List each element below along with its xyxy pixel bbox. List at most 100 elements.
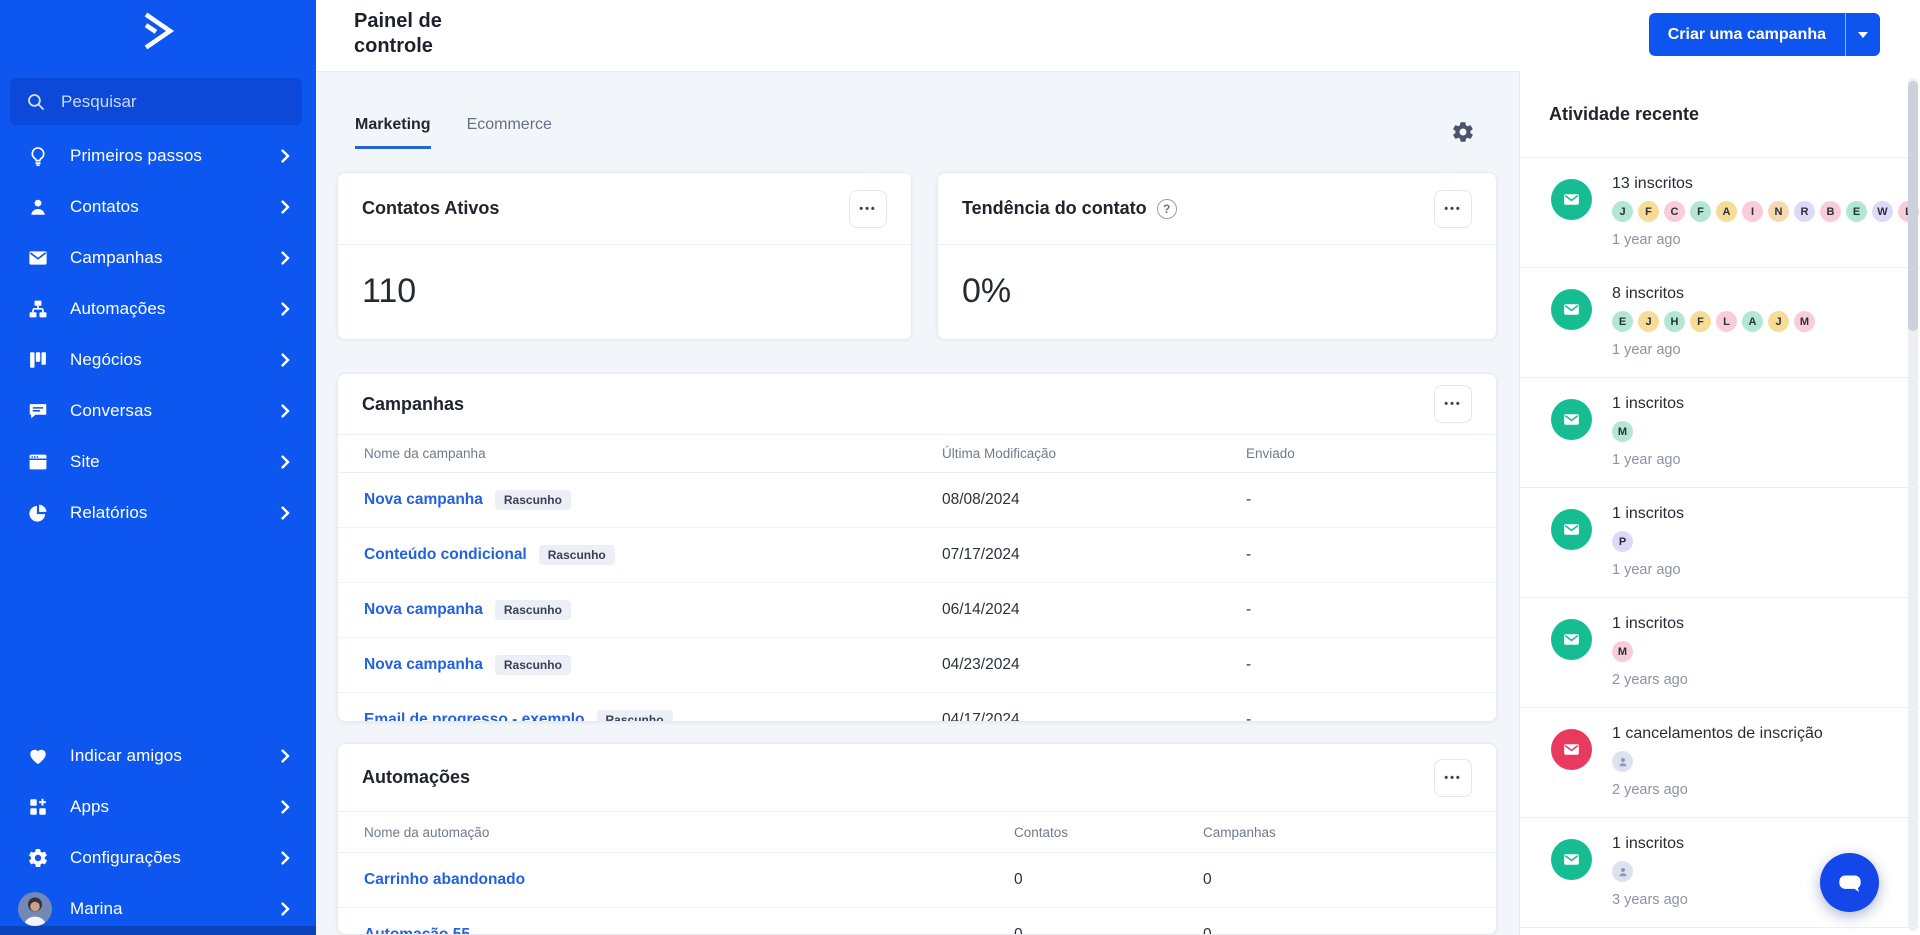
top-bar: Painel de controle [316, 0, 1519, 72]
search-input[interactable] [59, 91, 287, 113]
activity-avatars [1612, 751, 1910, 772]
sidebar-item[interactable]: Site [0, 436, 316, 487]
table-row: Carrinho abandonado 0 0 [338, 853, 1496, 908]
active-contacts-card: Contatos Ativos 110 [337, 172, 912, 340]
contact-avatar: E [1846, 201, 1867, 222]
person-avatar-icon [1612, 751, 1633, 772]
activity-avatars: M [1612, 421, 1910, 442]
campaign-link[interactable]: Nova campanha [364, 491, 483, 509]
sidebar-item[interactable]: Relatórios [0, 487, 316, 538]
chevron-right-icon [281, 302, 290, 316]
create-campaign-button[interactable]: Criar uma campanha [1649, 13, 1845, 56]
modified-date: 07/17/2024 [942, 546, 1246, 564]
activity-text: 1 inscritos [1612, 395, 1910, 413]
help-icon[interactable] [1157, 199, 1177, 219]
sidebar-item-label: Automações [70, 299, 166, 319]
sidebar-item-label: Conversas [70, 401, 152, 421]
envelope-icon [1551, 729, 1592, 770]
chat-widget-button[interactable] [1820, 853, 1879, 912]
more-options-button[interactable] [1434, 759, 1472, 797]
envelope-icon [1551, 619, 1592, 660]
chevron-right-icon [281, 749, 290, 763]
kanban-icon [26, 348, 50, 372]
automations-table-header: Nome da automação Contatos Campanhas [338, 812, 1496, 853]
sidebar-item[interactable]: Conversas [0, 385, 316, 436]
contact-avatar: I [1742, 201, 1763, 222]
more-options-button[interactable] [1434, 385, 1472, 423]
chevron-right-icon [281, 353, 290, 367]
sent-value: - [1246, 656, 1496, 674]
sidebar-item-label: Relatórios [70, 503, 148, 523]
card-title: Automações [362, 767, 470, 788]
chat-bubble-icon [1834, 867, 1866, 899]
contact-avatar: P [1612, 531, 1633, 552]
card-title: Contatos Ativos [362, 198, 499, 219]
column-header: Campanhas [1203, 825, 1496, 840]
activity-text: 1 inscritos [1612, 615, 1910, 633]
activity-text: 1 inscritos [1612, 505, 1910, 523]
card-title: Campanhas [362, 394, 464, 415]
scrollbar-track[interactable] [1908, 78, 1918, 931]
automation-link[interactable]: Carrinho abandonado [364, 871, 525, 889]
active-contacts-value: 110 [338, 245, 911, 311]
contact-avatar: M [1794, 311, 1815, 332]
tab[interactable]: Ecommerce [467, 116, 552, 149]
sidebar-search[interactable] [10, 78, 302, 125]
campaign-link[interactable]: Conteúdo condicional [364, 546, 527, 564]
sidebar-item[interactable]: Automações [0, 283, 316, 334]
chevron-right-icon [281, 506, 290, 520]
sent-value: - [1246, 546, 1496, 564]
scrollbar-thumb[interactable] [1908, 81, 1918, 331]
create-campaign-dropdown-button[interactable] [1845, 13, 1880, 56]
modified-date: 04/23/2024 [942, 656, 1246, 674]
table-row: Conteúdo condicional Rascunho 07/17/2024… [338, 528, 1496, 583]
table-row: Nova campanha Rascunho 06/14/2024 - [338, 583, 1496, 638]
activecampaign-logo[interactable] [0, 10, 316, 52]
campaign-link[interactable]: Email de progresso - exemplo [364, 711, 585, 722]
sidebar-item[interactable]: Primeiros passos [0, 130, 316, 181]
sidebar-item-label: Indicar amigos [70, 746, 182, 766]
contact-avatar: L [1716, 311, 1737, 332]
dashboard-tabs: Marketing Ecommerce [355, 116, 552, 149]
automation-link[interactable]: Automação 55 [364, 926, 470, 935]
activity-text: 13 inscritos [1612, 175, 1910, 193]
contacts-count: 0 [1014, 926, 1203, 935]
automations-card: Automações Nome da automação Contatos Ca… [337, 743, 1497, 935]
sidebar-item[interactable]: Indicar amigos [0, 730, 316, 781]
sidebar-item[interactable]: Campanhas [0, 232, 316, 283]
sidebar-item[interactable]: Configurações [0, 832, 316, 883]
contact-avatar: R [1794, 201, 1815, 222]
tab[interactable]: Marketing [355, 116, 431, 149]
activity-item: 1 inscritos M 2 years ago [1520, 598, 1920, 708]
more-options-button[interactable] [1434, 190, 1472, 228]
more-options-button[interactable] [849, 190, 887, 228]
table-row: Nova campanha Rascunho 08/08/2024 - [338, 473, 1496, 528]
lightbulb-icon [26, 144, 50, 168]
person-avatar-icon [1612, 861, 1633, 882]
campaign-link[interactable]: Nova campanha [364, 601, 483, 619]
activity-timestamp: 2 years ago [1612, 672, 1910, 688]
dashboard-settings-gear-icon[interactable] [1451, 120, 1475, 144]
sidebar-item-label: Campanhas [70, 248, 163, 268]
recent-activity-panel: Atividade recente 13 inscritos JFCFAINRB… [1519, 72, 1920, 935]
sidebar-item[interactable]: Contatos [0, 181, 316, 232]
envelope-icon [26, 246, 50, 270]
browser-icon [26, 450, 50, 474]
activity-timestamp: 1 year ago [1612, 452, 1910, 468]
chevron-right-icon [281, 251, 290, 265]
sidebar-item[interactable]: Negócios [0, 334, 316, 385]
campaign-link[interactable]: Nova campanha [364, 656, 483, 674]
activity-text: 1 cancelamentos de inscrição [1612, 725, 1910, 743]
activity-avatars: EJHFLAJM [1612, 311, 1910, 332]
envelope-icon [1551, 399, 1592, 440]
chevron-right-icon [281, 200, 290, 214]
contact-avatar: M [1612, 421, 1633, 442]
contact-avatar: J [1768, 311, 1789, 332]
sidebar-menu: Primeiros passos Contatos Campanhas [0, 130, 316, 538]
column-header: Última Modificação [942, 446, 1246, 461]
sidebar-item[interactable]: Apps [0, 781, 316, 832]
contact-trend-value: 0% [938, 245, 1496, 311]
sent-value: - [1246, 711, 1496, 722]
page-title: Painel de controle [354, 9, 489, 59]
sidebar-item-label: Negócios [70, 350, 142, 370]
